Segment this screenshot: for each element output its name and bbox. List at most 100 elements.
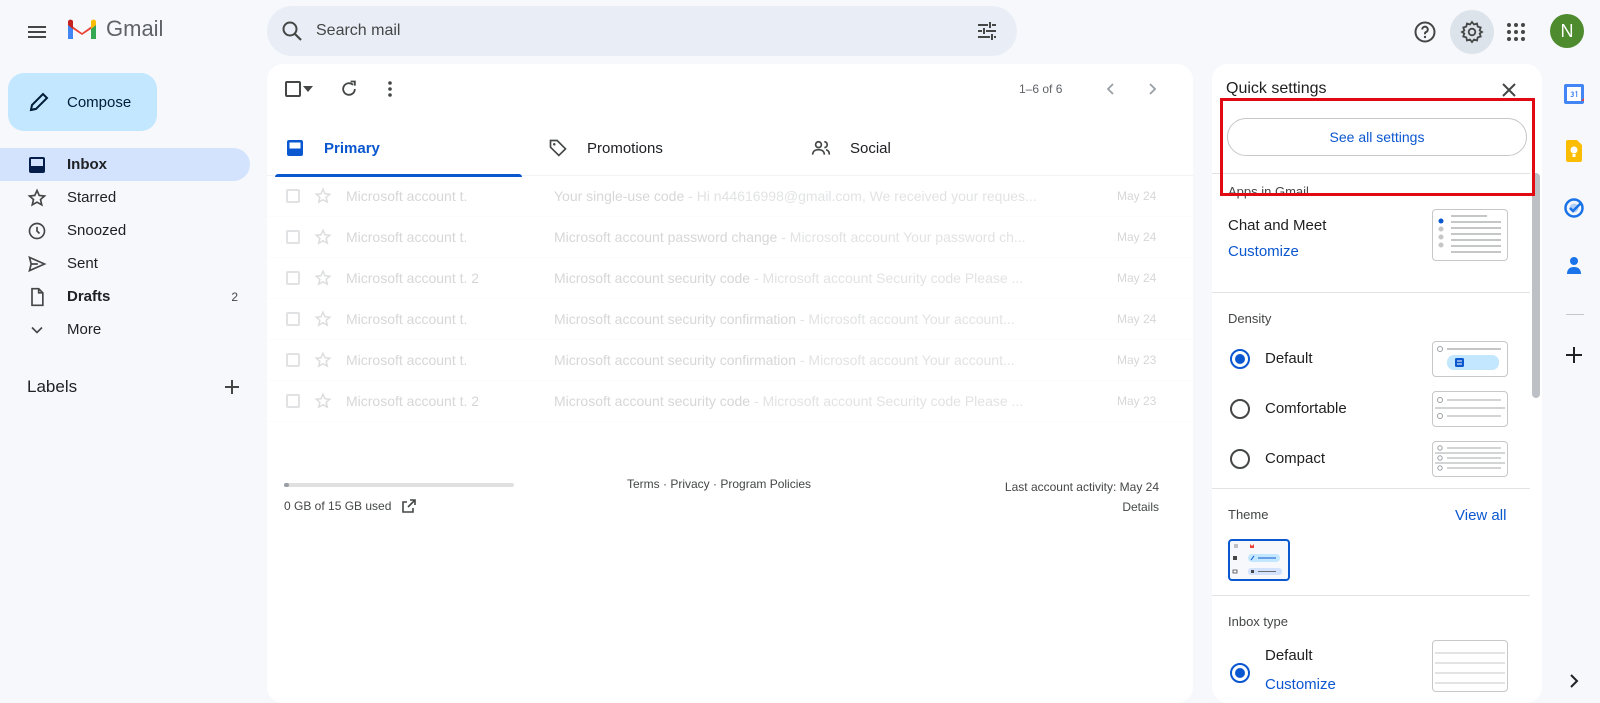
contacts-app-button[interactable] — [1562, 253, 1586, 277]
sidebar-item-starred[interactable]: Starred — [0, 181, 250, 214]
row-checkbox[interactable] — [286, 271, 300, 285]
search-bar[interactable] — [267, 6, 1017, 56]
pagination-count: 1–6 of 6 — [1019, 82, 1063, 96]
mail-toolbar: 1–6 of 6 — [267, 64, 1193, 114]
refresh-button[interactable] — [337, 77, 361, 101]
gmail-m-icon — [68, 19, 96, 39]
tab-promotions[interactable]: Promotions — [530, 120, 793, 176]
pencil-icon — [29, 92, 49, 112]
density-comfortable-thumbnail — [1432, 391, 1508, 427]
calendar-app-button[interactable] — [1562, 82, 1586, 106]
row-checkbox[interactable] — [286, 312, 300, 326]
select-menu-button[interactable] — [300, 77, 316, 101]
star-icon[interactable] — [314, 310, 332, 328]
support-button[interactable] — [1403, 10, 1447, 54]
row-checkbox[interactable] — [286, 353, 300, 367]
email-row[interactable]: Microsoft account t. Microsoft account s… — [267, 340, 1193, 381]
last-activity-text: Last account activity: May 24 — [1004, 480, 1159, 494]
tasks-icon — [1564, 198, 1584, 218]
details-link[interactable]: Details — [1005, 497, 1159, 517]
gear-icon — [1460, 20, 1484, 44]
row-checkbox[interactable] — [286, 189, 300, 203]
quick-settings-scrollbar[interactable] — [1532, 173, 1540, 398]
account-avatar[interactable]: N — [1550, 14, 1584, 48]
density-default-radio[interactable] — [1230, 349, 1250, 369]
google-apps-button[interactable] — [1494, 10, 1538, 54]
inbox-type-default-radio[interactable] — [1230, 663, 1250, 683]
newer-button[interactable] — [1099, 77, 1123, 101]
search-icon[interactable] — [280, 19, 304, 43]
side-panel-divider — [1566, 314, 1584, 315]
sidebar-item-drafts[interactable]: Drafts 2 — [0, 280, 250, 313]
search-input[interactable] — [316, 22, 936, 40]
email-row[interactable]: Microsoft account t. Your single-use cod… — [267, 176, 1193, 217]
app-name: Gmail — [106, 16, 164, 41]
storage-bar-fill — [284, 483, 289, 487]
density-compact-thumbnail — [1432, 441, 1508, 477]
annotation-highlight-box — [1220, 98, 1535, 196]
density-comfortable-label: Comfortable — [1265, 400, 1347, 417]
compose-button[interactable]: Compose — [8, 73, 157, 131]
get-addons-button[interactable] — [1562, 343, 1586, 367]
people-icon — [811, 140, 831, 155]
email-row[interactable]: Microsoft account t. Microsoft account s… — [267, 299, 1193, 340]
more-options-button[interactable] — [378, 77, 402, 101]
keep-app-button[interactable] — [1562, 139, 1586, 163]
star-icon[interactable] — [314, 351, 332, 369]
tab-social[interactable]: Social — [793, 120, 1056, 176]
theme-title: Theme — [1228, 507, 1269, 522]
older-button[interactable] — [1140, 77, 1164, 101]
email-row[interactable]: Microsoft account t. Microsoft account p… — [267, 217, 1193, 258]
row-checkbox[interactable] — [286, 394, 300, 408]
star-icon[interactable] — [314, 187, 332, 205]
show-side-panel-button[interactable] — [1562, 669, 1586, 693]
sidebar-item-snoozed[interactable]: Snoozed — [0, 214, 250, 247]
inbox-tabs: Primary Promotions Social — [267, 120, 1193, 177]
quick-settings-title: Quick settings — [1226, 80, 1327, 97]
footer-links: Terms · Privacy · Program Policies — [627, 477, 812, 491]
sidebar-item-label: Snoozed — [67, 222, 127, 239]
chat-meet-thumbnail — [1432, 209, 1508, 261]
tab-primary[interactable]: Primary — [267, 120, 530, 177]
privacy-link[interactable]: Privacy — [670, 477, 709, 491]
star-icon[interactable] — [314, 228, 332, 246]
density-comfortable-radio[interactable] — [1230, 399, 1250, 419]
star-icon[interactable] — [314, 392, 332, 410]
settings-button[interactable] — [1450, 10, 1494, 54]
email-date: May 24 — [1117, 189, 1157, 203]
program-policies-link[interactable]: Program Policies — [720, 477, 811, 491]
search-options-icon[interactable] — [975, 19, 999, 43]
open-in-new-icon[interactable] — [401, 498, 417, 514]
tasks-app-button[interactable] — [1562, 196, 1586, 220]
theme-view-all-link[interactable]: View all — [1455, 507, 1506, 524]
storage-bar — [284, 483, 514, 487]
terms-link[interactable]: Terms — [627, 477, 660, 491]
email-row[interactable]: Microsoft account t. 2 Microsoft account… — [267, 381, 1193, 422]
sidebar-item-more[interactable]: More — [0, 313, 250, 346]
density-title: Density — [1228, 311, 1272, 326]
caret-down-icon — [303, 86, 313, 92]
add-label-icon[interactable] — [222, 377, 242, 397]
keep-icon — [1566, 140, 1582, 162]
density-section: Density Default Comfortable Compact — [1212, 292, 1530, 488]
email-subject: Microsoft account security confirmation … — [554, 311, 1015, 327]
mail-list-panel: 1–6 of 6 Primary Promotions Social Micro… — [267, 64, 1193, 703]
apps-customize-link[interactable]: Customize — [1228, 243, 1299, 260]
email-date: May 24 — [1117, 312, 1157, 326]
tag-icon — [549, 139, 567, 157]
theme-default-thumbnail[interactable] — [1228, 539, 1290, 581]
gmail-logo[interactable]: Gmail — [66, 16, 163, 42]
chevron-down-icon — [31, 326, 43, 334]
hamburger-menu-icon — [28, 26, 46, 38]
inbox-type-section: Inbox type Default Customize — [1212, 595, 1530, 703]
email-row[interactable]: Microsoft account t. 2 Microsoft account… — [267, 258, 1193, 299]
row-checkbox[interactable] — [286, 230, 300, 244]
density-compact-radio[interactable] — [1230, 449, 1250, 469]
star-icon[interactable] — [314, 269, 332, 287]
main-menu-button[interactable] — [17, 12, 57, 52]
sidebar-item-inbox[interactable]: Inbox — [0, 148, 250, 181]
sidebar-item-label: Starred — [67, 189, 117, 206]
email-sender: Microsoft account t. — [346, 311, 468, 327]
sidebar-item-sent[interactable]: Sent — [0, 247, 250, 280]
inbox-type-customize-link[interactable]: Customize — [1265, 676, 1336, 693]
